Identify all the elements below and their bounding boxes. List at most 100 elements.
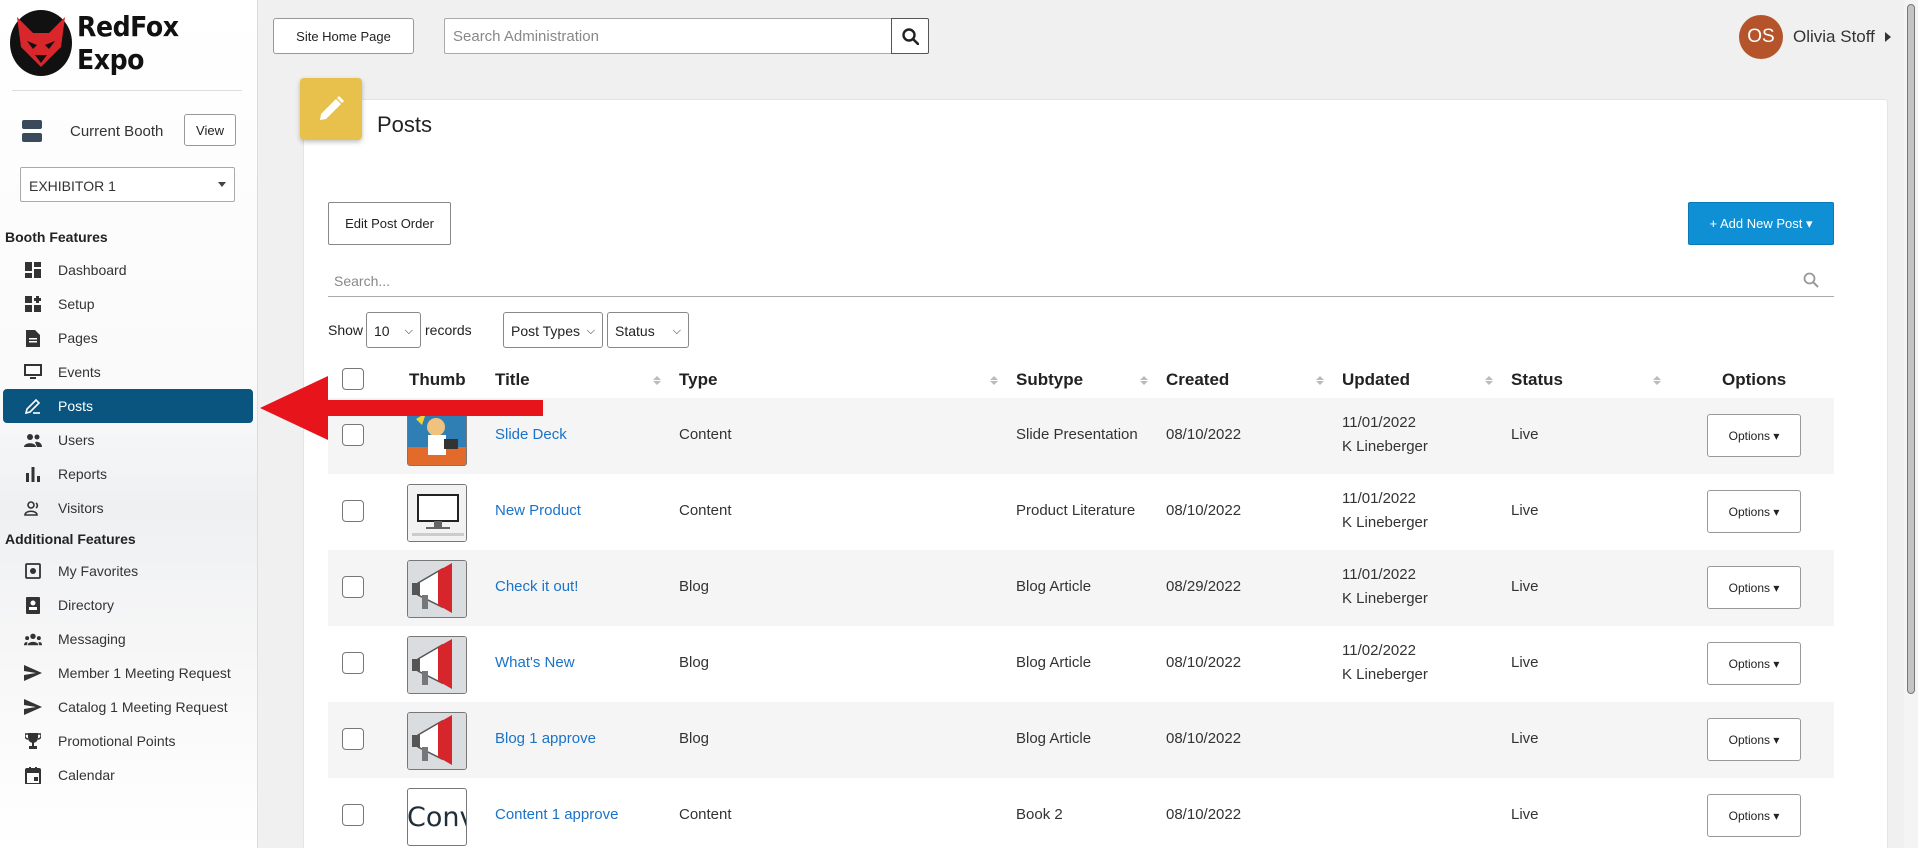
row-options-button[interactable]: Options ▾ (1707, 794, 1801, 837)
post-subtype: Blog Article (1016, 730, 1092, 747)
table-row: What's New Blog Blog Article 08/10/2022 … (328, 626, 1834, 702)
sidebar-item-visitors[interactable]: Visitors (3, 492, 253, 524)
post-title-link[interactable]: Blog 1 approve (495, 730, 596, 747)
post-title-link[interactable]: Check it out! (495, 578, 578, 595)
sidebar-item-events[interactable]: Events (3, 356, 253, 388)
sidebar-item-calendar[interactable]: Calendar (3, 759, 253, 791)
server-icon (22, 120, 42, 142)
megaphone-thumbnail[interactable] (407, 560, 467, 618)
row-options-button[interactable]: Options ▾ (1707, 414, 1801, 457)
status-filter[interactable]: Status ⌵ (607, 312, 689, 348)
row-options-button[interactable]: Options ▾ (1707, 642, 1801, 685)
sidebar-item-directory[interactable]: Directory (3, 589, 253, 621)
sidebar-item-users[interactable]: Users (3, 424, 253, 456)
post-created: 08/10/2022 (1166, 806, 1242, 823)
post-type: Content (679, 502, 732, 519)
visitors-icon (24, 499, 42, 517)
current-booth-label: Current Booth (70, 122, 164, 140)
sidebar-item-label: Posts (58, 398, 94, 414)
search-icon[interactable] (1803, 272, 1819, 288)
posts-search-input[interactable] (328, 265, 1834, 297)
site-home-button[interactable]: Site Home Page (273, 18, 414, 54)
sidebar-item-label: Promotional Points (58, 733, 176, 749)
column-header-updated[interactable]: Updated (1342, 370, 1410, 390)
post-updated-date: 11/02/2022 (1342, 642, 1416, 659)
sort-icon[interactable] (1653, 376, 1661, 385)
row-options-button[interactable]: Options ▾ (1707, 718, 1801, 761)
directory-icon (24, 596, 42, 614)
post-subtype: Slide Presentation (1016, 426, 1138, 443)
page-scrollbar[interactable] (1904, 0, 1918, 848)
megaphone-thumbnail[interactable] (407, 712, 467, 770)
sort-icon[interactable] (1316, 376, 1324, 385)
show-label: Show (328, 322, 364, 338)
post-status: Live (1511, 426, 1539, 443)
post-title-link[interactable]: Content 1 approve (495, 806, 618, 823)
post-updated-date: 11/01/2022 (1342, 566, 1416, 583)
sidebar-item-promotional-points[interactable]: Promotional Points (3, 725, 253, 757)
post-status: Live (1511, 730, 1539, 747)
chevron-down-icon: ⌵ (404, 325, 413, 337)
scrollbar-thumb[interactable] (1907, 4, 1915, 694)
row-checkbox[interactable] (342, 728, 364, 750)
sort-icon[interactable] (1485, 376, 1493, 385)
column-header-type[interactable]: Type (679, 370, 717, 390)
sort-icon[interactable] (653, 376, 661, 385)
chevron-down-icon: ⌵ (672, 325, 681, 337)
exhibitor-select[interactable]: EXHIBITOR 1 (20, 167, 235, 202)
trophy-icon (24, 732, 42, 750)
conv-text-thumbnail[interactable]: Conv (407, 788, 467, 846)
sidebar-item-reports[interactable]: Reports (3, 458, 253, 490)
sidebar-item-setup[interactable]: Setup (3, 288, 253, 320)
sidebar-item-label: Events (58, 364, 101, 380)
row-checkbox[interactable] (342, 652, 364, 674)
sidebar: RedFox Expo Current Booth View EXHIBITOR… (0, 0, 258, 848)
add-new-post-button[interactable]: + Add New Post ▾ (1688, 202, 1834, 245)
row-options-button[interactable]: Options ▾ (1707, 566, 1801, 609)
column-header-status[interactable]: Status (1511, 370, 1563, 390)
sidebar-item-my-favorites[interactable]: My Favorites (3, 555, 253, 587)
monitor-thumbnail[interactable] (407, 484, 467, 542)
annotation-arrow-icon (260, 376, 543, 440)
sidebar-item-catalog-meeting-request[interactable]: Catalog 1 Meeting Request (3, 691, 253, 723)
post-updated-by: K Lineberger (1342, 666, 1428, 683)
row-checkbox[interactable] (342, 500, 364, 522)
post-subtype: Blog Article (1016, 578, 1092, 595)
row-options-button[interactable]: Options ▾ (1707, 490, 1801, 533)
sidebar-item-messaging[interactable]: Messaging (3, 623, 253, 655)
chevron-down-icon: ⌵ (586, 325, 595, 337)
sidebar-item-member-meeting-request[interactable]: Member 1 Meeting Request (3, 657, 253, 689)
sort-icon[interactable] (1140, 376, 1148, 385)
row-checkbox[interactable] (342, 804, 364, 826)
post-title-link[interactable]: What's New (495, 654, 575, 671)
column-header-created[interactable]: Created (1166, 370, 1229, 390)
sort-icon[interactable] (990, 376, 998, 385)
edit-post-order-button[interactable]: Edit Post Order (328, 202, 451, 245)
search-icon (901, 27, 919, 45)
column-header-subtype[interactable]: Subtype (1016, 370, 1083, 390)
admin-search-button[interactable] (891, 18, 929, 54)
post-types-filter[interactable]: Post Types ⌵ (503, 312, 603, 348)
post-type: Blog (679, 654, 710, 671)
records-per-page-select[interactable]: 10 ⌵ (366, 312, 421, 348)
post-title-link[interactable]: New Product (495, 502, 581, 519)
avatar[interactable]: OS (1739, 15, 1783, 59)
page-title: Posts (377, 112, 433, 137)
user-name[interactable]: Olivia Stoff (1793, 27, 1875, 47)
view-booth-button[interactable]: View (184, 114, 236, 146)
user-menu[interactable]: OS Olivia Stoff (1739, 15, 1891, 59)
caret-right-icon[interactable] (1884, 32, 1891, 42)
post-subtype: Product Literature (1016, 502, 1136, 519)
records-label: records (425, 322, 472, 338)
admin-search-input[interactable] (444, 18, 892, 54)
brand-logo[interactable]: RedFox Expo (10, 10, 257, 76)
sidebar-item-pages[interactable]: Pages (3, 322, 253, 354)
calendar-icon (24, 766, 42, 784)
megaphone-thumbnail[interactable] (407, 636, 467, 694)
pencil-icon (24, 397, 42, 415)
table-row: Blog 1 approve Blog Blog Article 08/10/2… (328, 702, 1834, 778)
row-checkbox[interactable] (342, 576, 364, 598)
sidebar-item-posts[interactable]: Posts (3, 389, 253, 423)
sidebar-item-label: Calendar (58, 767, 115, 783)
sidebar-item-dashboard[interactable]: Dashboard (3, 254, 253, 286)
